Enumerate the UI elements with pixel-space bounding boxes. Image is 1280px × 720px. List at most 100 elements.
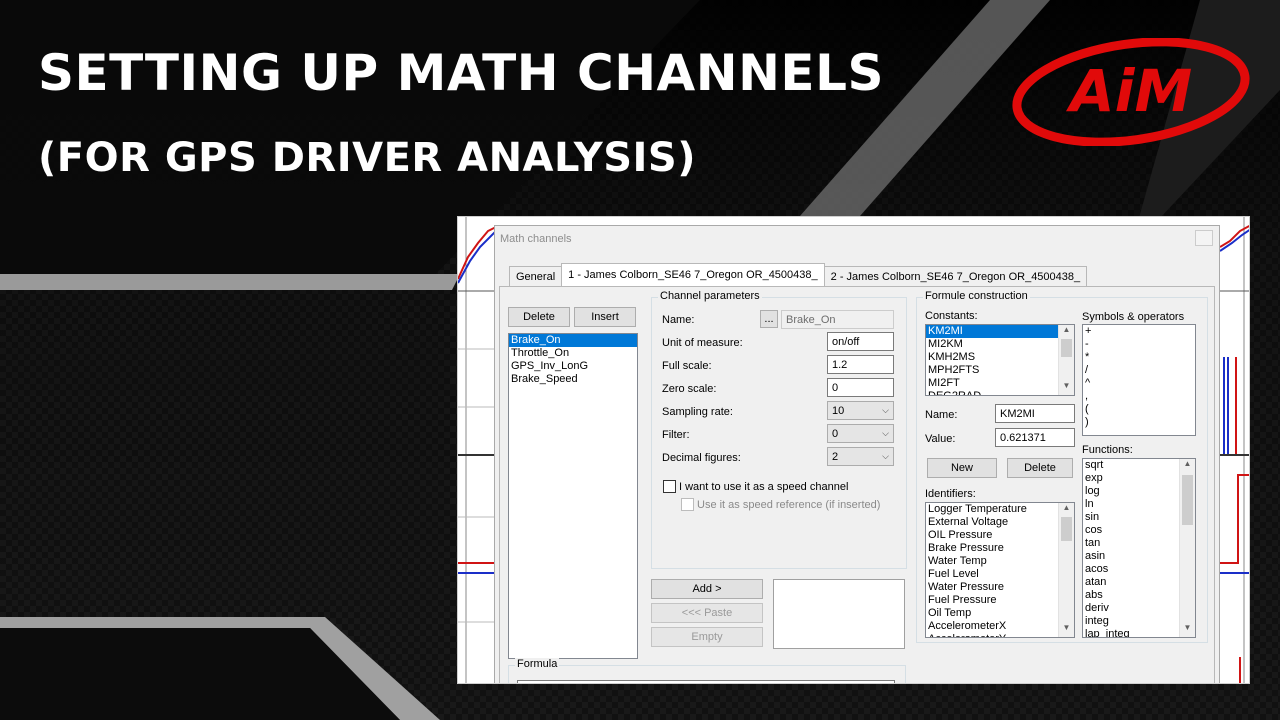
constant-name-field[interactable]: KM2MI xyxy=(995,404,1075,423)
math-channels-dialog: Math channels General 1 - James Colborn_… xyxy=(494,225,1220,683)
function-list-item[interactable]: log xyxy=(1083,485,1179,498)
slide-subtitle: (FOR GPS DRIVER ANALYSIS) xyxy=(38,135,697,181)
functions-scrollbar[interactable]: ▲ ▼ xyxy=(1179,459,1195,637)
channel-list-item[interactable]: Brake_On xyxy=(509,334,637,347)
scroll-up-icon[interactable]: ▲ xyxy=(1059,503,1074,517)
constant-list-item[interactable]: MPH2FTS xyxy=(926,364,1058,377)
tab-session-1[interactable]: 1 - James Colborn_SE46 7_Oregon OR_45004… xyxy=(561,263,825,286)
function-list-item[interactable]: acos xyxy=(1083,563,1179,576)
symbol-list-item[interactable]: ) xyxy=(1083,416,1195,429)
symbols-label: Symbols & operators xyxy=(1082,311,1185,323)
function-list-item[interactable]: tan xyxy=(1083,537,1179,550)
scroll-up-icon[interactable]: ▲ xyxy=(1059,325,1074,339)
scroll-thumb[interactable] xyxy=(1061,517,1072,541)
scroll-up-icon[interactable]: ▲ xyxy=(1180,459,1195,473)
channel-list-item[interactable]: GPS_Inv_LonG xyxy=(509,360,637,373)
constant-list-item[interactable]: MI2KM xyxy=(926,338,1058,351)
identifier-list-item[interactable]: Logger Temperature xyxy=(926,503,1058,516)
function-list-item[interactable]: abs xyxy=(1083,589,1179,602)
identifier-list-item[interactable]: External Voltage xyxy=(926,516,1058,529)
tab-session-2[interactable]: 2 - James Colborn_SE46 7_Oregon OR_45004… xyxy=(823,266,1088,286)
formula-preview-box[interactable] xyxy=(773,579,905,649)
identifier-list-item[interactable]: Fuel Pressure xyxy=(926,594,1058,607)
function-list-item[interactable]: asin xyxy=(1083,550,1179,563)
channel-list-item[interactable]: Throttle_On xyxy=(509,347,637,360)
function-list-item[interactable]: integ xyxy=(1083,615,1179,628)
delete-channel-button[interactable]: Delete xyxy=(508,307,570,327)
formule-construction-group: Formule construction Constants: KM2MI MI2… xyxy=(916,290,1208,643)
full-scale-field[interactable]: 1.2 xyxy=(827,355,894,374)
function-list-item[interactable]: atan xyxy=(1083,576,1179,589)
symbol-list-item[interactable]: ^ xyxy=(1083,377,1195,390)
functions-list[interactable]: sqrt exp log ln sin cos tan asin acos atan abs deri… xyxy=(1082,458,1196,638)
tab-general[interactable]: General xyxy=(509,266,563,286)
scroll-thumb[interactable] xyxy=(1061,339,1072,357)
constants-list[interactable]: KM2MI MI2KM KMH2MS MPH2FTS MI2FT DEG2RAD ▲ ▼ xyxy=(925,324,1075,396)
scroll-down-icon[interactable]: ▼ xyxy=(1180,623,1195,637)
symbol-list-item[interactable]: - xyxy=(1083,338,1195,351)
constant-list-item[interactable]: KMH2MS xyxy=(926,351,1058,364)
scroll-down-icon[interactable]: ▼ xyxy=(1059,381,1074,395)
channel-list-item[interactable]: Brake_Speed xyxy=(509,373,637,386)
channel-list[interactable]: Brake_On Throttle_On GPS_Inv_LonG Brake_Spe… xyxy=(508,333,638,659)
add-button[interactable]: Add > xyxy=(651,579,763,599)
unit-label: Unit of measure: xyxy=(662,337,743,349)
symbol-list-item[interactable]: * xyxy=(1083,351,1195,364)
function-list-item[interactable]: deriv xyxy=(1083,602,1179,615)
symbol-list-item[interactable]: + xyxy=(1083,325,1195,338)
zero-scale-field[interactable]: 0 xyxy=(827,378,894,397)
filter-label: Filter: xyxy=(662,429,690,441)
sampling-rate-select[interactable]: 10 ⌵ xyxy=(827,401,894,420)
identifiers-scrollbar[interactable]: ▲ ▼ xyxy=(1058,503,1074,637)
new-constant-button[interactable]: New xyxy=(927,458,997,478)
full-scale-label: Full scale: xyxy=(662,360,712,372)
constant-list-item[interactable]: MI2FT xyxy=(926,377,1058,390)
close-button[interactable] xyxy=(1195,230,1213,246)
function-list-item[interactable]: sin xyxy=(1083,511,1179,524)
function-list-item[interactable]: lap_integ xyxy=(1083,628,1179,637)
identifiers-list[interactable]: Logger Temperature External Voltage OIL Pr… xyxy=(925,502,1075,638)
symbols-list[interactable]: + - * / ^,() xyxy=(1082,324,1196,436)
unit-field[interactable]: on/off xyxy=(827,332,894,351)
sampling-rate-value: 10 xyxy=(832,405,845,417)
identifier-list-item[interactable]: Water Temp xyxy=(926,555,1058,568)
chevron-down-icon: ⌵ xyxy=(882,428,889,438)
identifier-list-item[interactable]: AccelerometerY xyxy=(926,633,1058,637)
function-list-item[interactable]: sqrt xyxy=(1083,459,1179,472)
identifier-list-item[interactable]: Oil Temp xyxy=(926,607,1058,620)
insert-channel-button[interactable]: Insert xyxy=(574,307,636,327)
formula-group: Formula xyxy=(508,658,906,683)
identifier-list-item[interactable]: Fuel Level xyxy=(926,568,1058,581)
decimal-figures-select[interactable]: 2 ⌵ xyxy=(827,447,894,466)
symbol-list-item[interactable]: ( xyxy=(1083,403,1195,416)
constant-value-field[interactable]: 0.621371 xyxy=(995,428,1075,447)
browse-name-button[interactable]: ... xyxy=(760,310,778,328)
filter-select[interactable]: 0 ⌵ xyxy=(827,424,894,443)
symbol-list-item[interactable]: / xyxy=(1083,364,1195,377)
decimal-figures-label: Decimal figures: xyxy=(662,452,741,464)
identifiers-label: Identifiers: xyxy=(925,488,976,500)
identifier-list-item[interactable]: AccelerometerX xyxy=(926,620,1058,633)
function-list-item[interactable]: cos xyxy=(1083,524,1179,537)
formule-construction-label: Formule construction xyxy=(923,290,1030,302)
speed-reference-label: Use it as speed reference (if inserted) xyxy=(697,499,881,511)
chart-left-strip xyxy=(458,217,496,683)
identifier-list-item[interactable]: Water Pressure xyxy=(926,581,1058,594)
constant-name-label: Name: xyxy=(925,409,958,421)
scroll-thumb[interactable] xyxy=(1182,475,1193,525)
speed-channel-checkbox[interactable] xyxy=(663,480,676,493)
identifier-list-item[interactable]: Brake Pressure xyxy=(926,542,1058,555)
function-list-item[interactable]: exp xyxy=(1083,472,1179,485)
constant-value-label: Value: xyxy=(925,433,956,445)
scroll-down-icon[interactable]: ▼ xyxy=(1059,623,1074,637)
constants-scrollbar[interactable]: ▲ ▼ xyxy=(1058,325,1074,395)
function-list-item[interactable]: ln xyxy=(1083,498,1179,511)
chart-left-graphic xyxy=(458,217,496,683)
constant-list-item[interactable]: DEG2RAD xyxy=(926,390,1058,395)
symbol-list-item[interactable]: , xyxy=(1083,390,1195,403)
sampling-rate-label: Sampling rate: xyxy=(662,406,733,418)
identifier-list-item[interactable]: OIL Pressure xyxy=(926,529,1058,542)
formula-field[interactable] xyxy=(517,680,895,683)
delete-constant-button[interactable]: Delete xyxy=(1007,458,1073,478)
constant-list-item[interactable]: KM2MI xyxy=(926,325,1058,338)
